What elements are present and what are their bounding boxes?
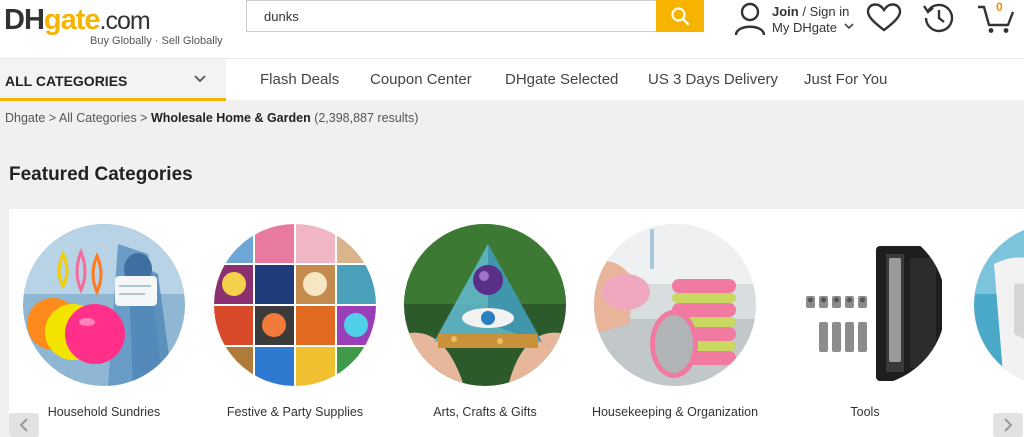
category-image-festive-party-supplies [214, 224, 376, 386]
breadcrumb-all-categories[interactable]: All Categories [59, 111, 137, 125]
nav-just-for-you[interactable]: Just For You [804, 71, 887, 88]
sign-in-link[interactable]: / Sign in [799, 4, 849, 19]
main-nav: ALL CATEGORIES Flash Deals Coupon Center… [0, 58, 1024, 101]
search-icon [671, 7, 690, 26]
breadcrumb-separator: > [136, 111, 151, 125]
join-link[interactable]: Join [772, 4, 799, 19]
all-categories-dropdown[interactable]: ALL CATEGORIES [0, 59, 226, 101]
user-icon [734, 2, 766, 36]
logo-dh: DH [4, 4, 45, 36]
category-image-partial [974, 224, 1024, 386]
all-categories-label: ALL CATEGORIES [5, 73, 128, 89]
account-menu[interactable]: Join / Sign in My DHgate [734, 2, 858, 42]
category-name: Tools [850, 405, 880, 419]
chevron-left-icon [19, 418, 28, 432]
category-card-housekeeping-organization[interactable]: Housekeeping & Organization [584, 224, 764, 434]
category-card-festive-party-supplies[interactable]: Festive & Party Supplies [204, 224, 384, 434]
category-name: Housekeeping & Organization [591, 405, 759, 419]
nav-us-3-days-delivery[interactable]: US 3 Days Delivery [648, 71, 778, 88]
nav-dhgate-selected[interactable]: DHgate Selected [505, 71, 618, 88]
chevron-down-icon [844, 23, 854, 30]
category-image-tools [784, 224, 946, 386]
category-name: Household Sundries [47, 405, 161, 419]
join-sign-in[interactable]: Join / Sign in [772, 4, 849, 19]
dhgate-logo[interactable]: DHgate.com Buy Globally · Sell Globally [4, 2, 224, 52]
carousel-prev-button[interactable] [9, 413, 39, 437]
my-dhgate-link[interactable]: My DHgate [772, 20, 837, 35]
history-icon[interactable] [922, 1, 956, 35]
search-box [246, 0, 704, 32]
nav-coupon-center[interactable]: Coupon Center [370, 71, 472, 88]
category-image-housekeeping-organization [594, 224, 756, 386]
logo-com: .com [99, 7, 151, 35]
chevron-down-icon [194, 75, 206, 83]
featured-categories-title: Featured Categories [9, 164, 193, 185]
logo-wordmark: DHgate.com [4, 2, 151, 39]
category-card-household-sundries[interactable]: Household Sundries [13, 224, 193, 434]
category-card-tools[interactable]: Tools [774, 224, 954, 434]
logo-tagline: Buy Globally · Sell Globally [90, 35, 223, 47]
category-name: Festive & Party Supplies [226, 405, 364, 419]
nav-flash-deals[interactable]: Flash Deals [260, 71, 339, 88]
category-card-arts-crafts-gifts[interactable]: Arts, Crafts & Gifts [394, 224, 574, 434]
cart-count-badge: 0 [996, 0, 1003, 14]
featured-categories-carousel: Household Sundries Festive & Party Suppl… [9, 209, 1024, 437]
breadcrumb-home[interactable]: Dhgate [5, 111, 45, 125]
results-count: (2,398,887 results) [310, 111, 419, 125]
search-input[interactable] [247, 1, 704, 31]
category-card-partial[interactable] [964, 224, 1024, 434]
site-header: DHgate.com Buy Globally · Sell Globally … [0, 0, 1024, 58]
category-image-arts-crafts-gifts [404, 224, 566, 386]
logo-gate: gate [43, 4, 101, 36]
breadcrumb-separator: > [45, 111, 59, 125]
category-name: Arts, Crafts & Gifts [433, 405, 537, 419]
category-image-household-sundries [23, 224, 185, 386]
carousel-next-button[interactable] [993, 413, 1023, 437]
heart-icon[interactable] [866, 3, 902, 33]
breadcrumb-current: Wholesale Home & Garden [150, 111, 311, 125]
breadcrumb: Dhgate > All Categories > Wholesale Home… [5, 111, 418, 125]
chevron-right-icon [1004, 418, 1013, 432]
search-button[interactable] [656, 0, 704, 32]
